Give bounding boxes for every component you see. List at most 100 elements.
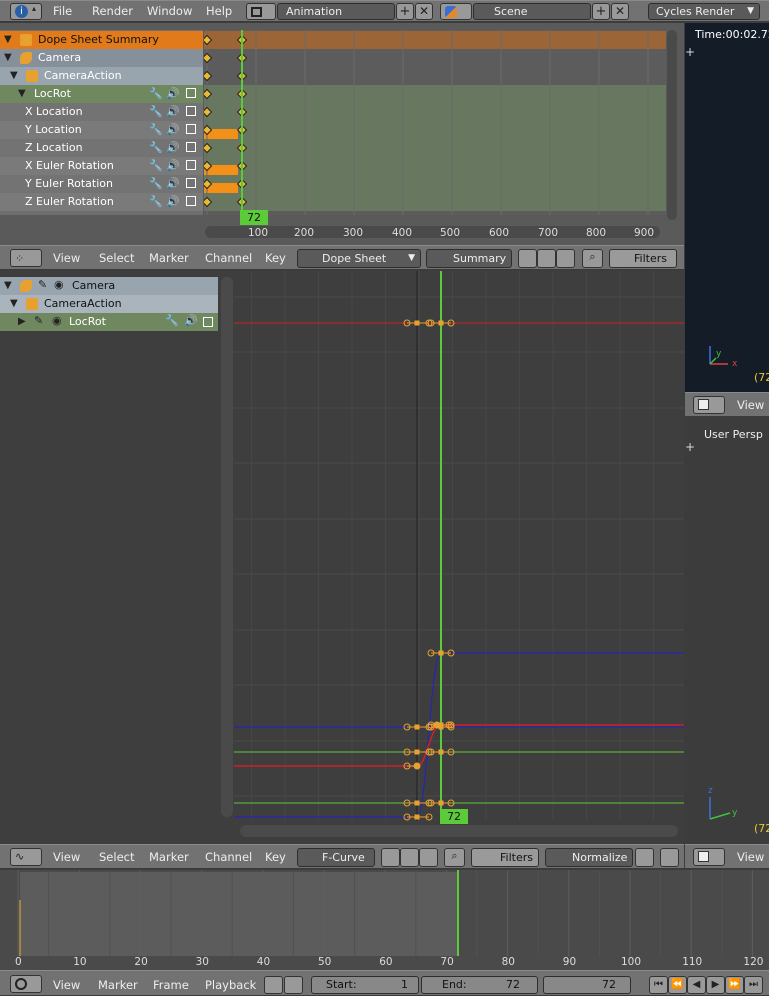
mute-speaker-icon[interactable]: 🔊: [166, 193, 180, 211]
eye-icon[interactable]: ◉: [52, 314, 62, 327]
channel-fcurve[interactable]: Z Euler Rotation 🔧 🔊: [0, 193, 203, 211]
mute-speaker-icon[interactable]: 🔊: [166, 157, 180, 175]
editor-type-dopesheet-button[interactable]: ⁘: [10, 249, 42, 267]
current-frame-indicator[interactable]: 72: [240, 210, 268, 225]
graph-hscrollbar[interactable]: [240, 825, 678, 837]
menu-marker[interactable]: Marker: [149, 251, 189, 265]
lock-icon[interactable]: [186, 178, 196, 188]
menu-channel[interactable]: Channel: [205, 251, 252, 265]
scene-name-field[interactable]: Scene: [473, 3, 591, 20]
lock-icon[interactable]: [186, 160, 196, 170]
next-keyframe-icon[interactable]: ⏩: [725, 976, 744, 994]
dopesheet-mode-select[interactable]: Dope Sheet ▼: [297, 249, 421, 268]
channel-fcurve[interactable]: Y Euler Rotation 🔧 🔊: [0, 175, 203, 193]
menu-window[interactable]: Window: [147, 4, 192, 18]
channel-locrot[interactable]: ▼ LocRot 🔧 🔊: [0, 85, 203, 103]
menu-select[interactable]: Select: [99, 251, 134, 265]
pivot-icon[interactable]: [660, 848, 679, 867]
channel-camera[interactable]: ▼ Camera: [0, 49, 203, 67]
menu-view[interactable]: View: [737, 850, 764, 864]
keying-set-icon[interactable]: [264, 976, 283, 994]
editor-type-graph-button[interactable]: ∿: [10, 848, 42, 866]
close-scene-icon[interactable]: ✕: [611, 3, 629, 20]
menu-view[interactable]: View: [53, 978, 80, 992]
mute-speaker-icon[interactable]: 🔊: [166, 121, 180, 139]
mute-speaker-icon[interactable]: 🔊: [166, 175, 180, 193]
graph-vscrollbar[interactable]: [221, 277, 233, 817]
modifier-wrench-icon[interactable]: 🔧: [165, 314, 179, 327]
close-screen-icon[interactable]: ✕: [415, 3, 433, 20]
menu-key[interactable]: Key: [265, 251, 286, 265]
menu-view[interactable]: View: [53, 850, 80, 864]
play-reverse-icon[interactable]: ◀: [687, 976, 706, 994]
current-frame-field[interactable]: 72: [543, 976, 631, 994]
errors-icon[interactable]: [556, 249, 575, 268]
pin-icon[interactable]: ✎: [34, 314, 43, 327]
jump-end-icon[interactable]: ⏭: [744, 976, 763, 994]
menu-view[interactable]: View: [53, 251, 80, 265]
lock-icon[interactable]: [186, 106, 196, 116]
prev-keyframe-icon[interactable]: ⏪: [668, 976, 687, 994]
scene-button[interactable]: [440, 3, 472, 20]
lock-icon[interactable]: [186, 142, 196, 152]
dopesheet-vscrollbar[interactable]: [667, 30, 677, 220]
add-panel-icon[interactable]: +: [685, 45, 695, 59]
graph-channel-locrot[interactable]: ▶ ✎ ◉ LocRot 🔧 🔊: [0, 313, 218, 331]
add-scene-icon[interactable]: +: [592, 3, 610, 20]
ghost-icon[interactable]: [537, 249, 556, 268]
normalize-toggle[interactable]: Normalize: [545, 848, 633, 867]
mute-speaker-icon[interactable]: 🔊: [166, 85, 180, 103]
menu-file[interactable]: File: [53, 4, 72, 18]
camera-viewport[interactable]: Time:00:02.72 + y x (72: [685, 23, 769, 392]
menu-channel[interactable]: Channel: [205, 850, 252, 864]
channel-fcurve[interactable]: Y Location 🔧 🔊: [0, 121, 203, 139]
editor-type-3dview-button[interactable]: [693, 848, 725, 866]
search-icon[interactable]: ⌕: [444, 848, 465, 867]
dopesheet-keyframe-area[interactable]: 72: [204, 30, 666, 225]
filters-button[interactable]: Filters: [609, 249, 677, 268]
modifier-wrench-icon[interactable]: 🔧: [149, 175, 163, 193]
summary-toggle[interactable]: Summary: [426, 249, 512, 268]
lock-icon[interactable]: [284, 976, 303, 994]
mute-speaker-icon[interactable]: 🔊: [166, 103, 180, 121]
modifier-wrench-icon[interactable]: 🔧: [149, 139, 163, 157]
lock-icon[interactable]: [186, 124, 196, 134]
editor-type-info-button[interactable]: i ▴: [10, 3, 42, 20]
menu-marker[interactable]: Marker: [149, 850, 189, 864]
end-frame-field[interactable]: End: 72: [421, 976, 538, 994]
timeline-editor[interactable]: 0 10 20 30 40 50 60 70 80 90 100 110 120: [0, 870, 769, 970]
editor-type-timeline-button[interactable]: [10, 975, 42, 993]
modifier-wrench-icon[interactable]: 🔧: [149, 193, 163, 211]
graph-area[interactable]: 80706050403020100-10-400-2000200400600: [234, 271, 684, 821]
jump-start-icon[interactable]: ⏮: [649, 976, 668, 994]
mute-speaker-icon[interactable]: 🔊: [166, 139, 180, 157]
lock-icon[interactable]: [203, 317, 213, 327]
menu-render[interactable]: Render: [92, 4, 133, 18]
add-panel-icon[interactable]: +: [685, 440, 695, 454]
menu-frame[interactable]: Frame: [153, 978, 189, 992]
menu-marker[interactable]: Marker: [98, 978, 138, 992]
pin-icon[interactable]: ✎: [38, 278, 47, 291]
add-screen-icon[interactable]: +: [396, 3, 414, 20]
errors-icon[interactable]: [419, 848, 438, 867]
lock-icon[interactable]: [186, 88, 196, 98]
graph-current-frame-indicator[interactable]: 72: [440, 809, 468, 824]
channel-fcurve[interactable]: X Location 🔧 🔊: [0, 103, 203, 121]
screen-layout-button[interactable]: [246, 3, 276, 20]
menu-view[interactable]: View: [737, 398, 764, 412]
screen-name-field[interactable]: Animation: [277, 3, 395, 20]
modifier-wrench-icon[interactable]: 🔧: [149, 121, 163, 139]
modifier-wrench-icon[interactable]: 🔧: [149, 157, 163, 175]
search-icon[interactable]: ⌕: [582, 249, 603, 268]
lock-icon[interactable]: [186, 196, 196, 206]
only-selected-icon[interactable]: [518, 249, 537, 268]
channel-cameraaction[interactable]: ▼ CameraAction: [0, 67, 203, 85]
channel-fcurve[interactable]: Z Location 🔧 🔊: [0, 139, 203, 157]
graph-channel-camera[interactable]: ▼ ✎ ◉ Camera: [0, 277, 218, 295]
eye-icon[interactable]: ◉: [54, 278, 64, 291]
modifier-wrench-icon[interactable]: 🔧: [149, 85, 163, 103]
graph-channel-cameraaction[interactable]: ▼ CameraAction: [0, 295, 218, 313]
only-selected-icon[interactable]: [381, 848, 400, 867]
editor-type-3dview-button[interactable]: [693, 396, 725, 414]
user-persp-viewport[interactable]: User Persp + z y (72: [685, 418, 769, 844]
